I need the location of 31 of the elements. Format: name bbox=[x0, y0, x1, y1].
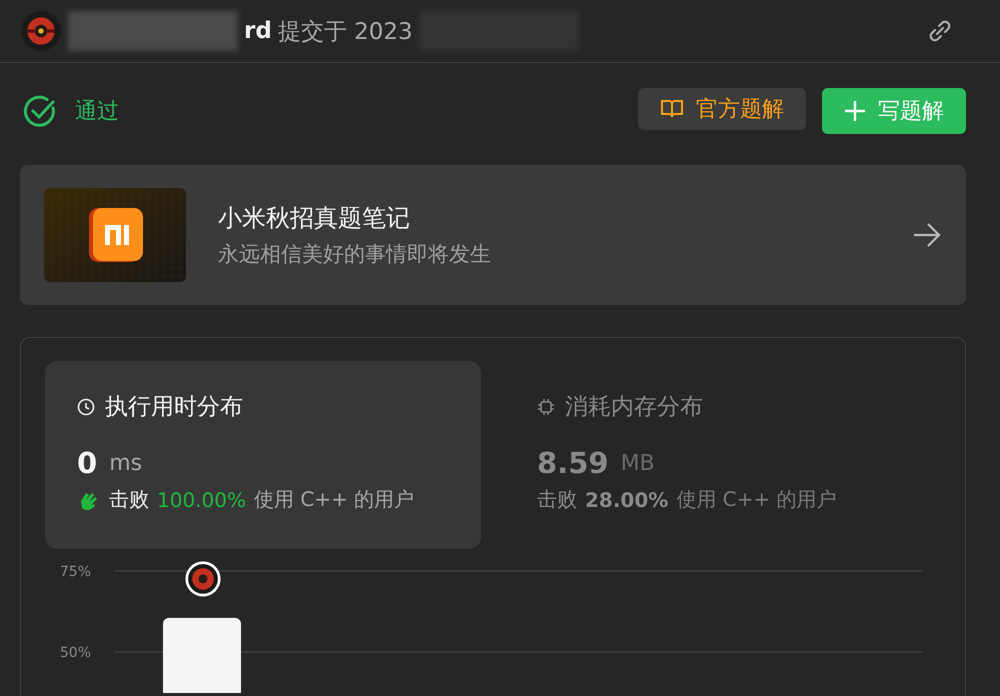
beat-percent: 100.00% bbox=[157, 488, 246, 512]
y-tick-label: 50% bbox=[60, 644, 91, 661]
stat-value: 0 bbox=[77, 446, 98, 480]
beat-suffix: 使用 C++ 的用户 bbox=[676, 486, 837, 513]
arrow-right-icon bbox=[912, 222, 942, 248]
submission-time: 提交于 2023 bbox=[278, 18, 413, 46]
y-tick-label: 75% bbox=[60, 564, 91, 580]
stat-title: 执行用时分布 bbox=[105, 393, 243, 422]
clock-icon bbox=[77, 398, 95, 416]
study-plan-banner[interactable]: 小米秋招真题笔记 永远相信美好的事情即将发生 bbox=[20, 165, 966, 305]
stat-title: 消耗内存分布 bbox=[565, 393, 703, 422]
beat-percent: 28.00% bbox=[585, 488, 668, 512]
book-icon bbox=[660, 99, 684, 119]
beat-label: 击败 bbox=[537, 486, 577, 513]
official-solution-button[interactable]: 官方题解 bbox=[638, 88, 806, 130]
beat-label: 击败 bbox=[109, 486, 149, 513]
banner-title: 小米秋招真题笔记 bbox=[218, 203, 411, 234]
status-label: 通过 bbox=[75, 98, 119, 126]
user-marker bbox=[186, 562, 220, 596]
plus-icon bbox=[844, 100, 866, 122]
stat-value: 8.59 bbox=[537, 446, 609, 480]
banner-subtitle: 永远相信美好的事情即将发生 bbox=[218, 241, 492, 268]
author-name: rd bbox=[244, 18, 272, 44]
beat-suffix: 使用 C++ 的用户 bbox=[254, 486, 414, 513]
avatar bbox=[20, 10, 62, 52]
stat-tab[interactable]: 消耗内存分布 8.59 MB 击败 28.00% 使用 C++ 的用户 bbox=[505, 361, 941, 549]
stat-tab[interactable]: 执行用时分布 0 ms 击败 100.00% 使用 C++ 的用户 bbox=[45, 361, 481, 549]
check-circle-icon bbox=[23, 94, 57, 128]
chip-icon bbox=[537, 398, 555, 416]
stat-unit: MB bbox=[620, 450, 655, 476]
stat-unit: ms bbox=[109, 450, 142, 476]
